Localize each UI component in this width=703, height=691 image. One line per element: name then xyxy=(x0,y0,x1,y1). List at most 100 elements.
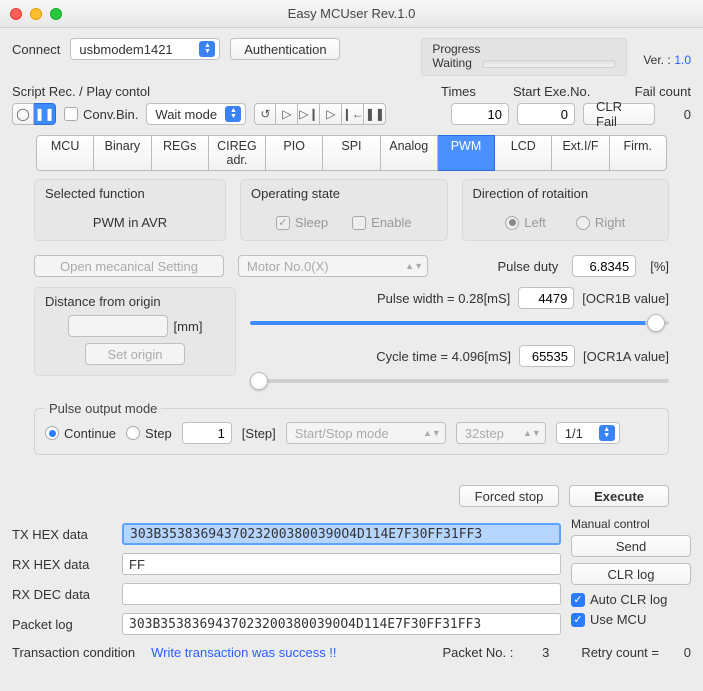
send-button[interactable]: Send xyxy=(571,535,691,557)
convbin-checkbox[interactable]: Conv.Bin. xyxy=(64,107,138,122)
rx-hex-label: RX HEX data xyxy=(12,557,112,572)
left-radio: Left xyxy=(505,215,546,230)
radio-icon xyxy=(126,426,140,440)
pulse-output-group: Pulse output mode Continue Step [Step] S… xyxy=(34,401,669,455)
execute-label: Execute xyxy=(594,489,644,504)
checkbox-icon: ✓ xyxy=(571,593,585,607)
tab-firm-[interactable]: Firm. xyxy=(610,135,667,171)
use-mcu-checkbox[interactable]: ✓ Use MCU xyxy=(571,612,646,627)
tab-mcu[interactable]: MCU xyxy=(36,135,94,171)
play-icon: ▷ xyxy=(276,103,298,125)
step-label: Step xyxy=(145,426,172,441)
packet-log-label: Packet log xyxy=(12,617,112,632)
packet-log-input[interactable]: 303B35383694370232003800390O4D114E7F30FF… xyxy=(122,613,561,635)
set-origin-label: Set origin xyxy=(108,347,163,362)
step-input[interactable] xyxy=(182,422,232,444)
ratio-select[interactable]: 1/1 ▲▼ xyxy=(556,422,620,444)
clr-log-label: CLR log xyxy=(608,567,655,582)
progress-label: Progress xyxy=(432,42,616,56)
open-mechanical-label: Open mecanical Setting xyxy=(60,259,198,274)
next-icon: ▷❙ xyxy=(298,103,320,125)
forced-stop-label: Forced stop xyxy=(475,489,544,504)
convbin-label: Conv.Bin. xyxy=(83,107,138,122)
tab-analog[interactable]: Analog xyxy=(381,135,438,171)
continue-radio[interactable]: Continue xyxy=(45,426,116,441)
authentication-label: Authentication xyxy=(244,42,326,57)
step32-select: 32step ▲▼ xyxy=(456,422,546,444)
motor-select: Motor No.0(X) ▲▼ xyxy=(238,255,428,277)
sleep-label: Sleep xyxy=(295,215,328,230)
auto-clr-checkbox[interactable]: ✓ Auto CLR log xyxy=(571,592,667,607)
cycle-time-slider[interactable] xyxy=(250,371,669,391)
tab-ext-i-f[interactable]: Ext.I/F xyxy=(552,135,609,171)
chevron-updown-icon: ▲▼ xyxy=(199,41,215,57)
playback-controls: ↺ ▷ ▷❙ ▷ ❙← ❚❚ xyxy=(254,103,386,125)
auto-clr-label: Auto CLR log xyxy=(590,592,667,607)
record-icon[interactable]: ◯ xyxy=(12,103,34,125)
retry-value: 0 xyxy=(675,645,691,660)
cycle-time-label: Cycle time = 4.096[mS] xyxy=(376,349,511,364)
ocr1b-label: [OCR1B value] xyxy=(582,291,669,306)
motor-select-value: Motor No.0(X) xyxy=(247,259,329,274)
loop-icon: ↺ xyxy=(254,103,276,125)
distance-label: Distance from origin xyxy=(45,294,225,309)
radio-icon xyxy=(505,216,519,230)
clr-fail-button[interactable]: CLR Fail xyxy=(583,103,655,125)
open-mechanical-button: Open mecanical Setting xyxy=(34,255,224,277)
selected-function-label: Selected function xyxy=(45,186,215,201)
start-exe-input[interactable] xyxy=(517,103,575,125)
pulse-duty-label: Pulse duty xyxy=(498,259,559,274)
rec-play-toggle[interactable]: ◯ ❚❚ xyxy=(12,103,56,125)
rx-dec-label: RX DEC data xyxy=(12,587,112,602)
wait-mode-select[interactable]: Wait mode ▲▼ xyxy=(146,103,246,125)
tab-cireg-adr-[interactable]: CIREG adr. xyxy=(209,135,266,171)
right-radio: Right xyxy=(576,215,625,230)
ver-label: Ver. : xyxy=(643,53,670,67)
authentication-button[interactable]: Authentication xyxy=(230,38,340,60)
checkbox-icon: ✓ xyxy=(276,216,290,230)
tab-pio[interactable]: PIO xyxy=(266,135,323,171)
tab-regs[interactable]: REGs xyxy=(152,135,209,171)
checkbox-icon: ✓ xyxy=(571,613,585,627)
tab-binary[interactable]: Binary xyxy=(94,135,151,171)
chevron-updown-icon: ▲▼ xyxy=(423,428,441,438)
continue-label: Continue xyxy=(64,426,116,441)
transaction-cond-msg: Write transaction was success !! xyxy=(151,645,336,660)
tab-lcd[interactable]: LCD xyxy=(495,135,552,171)
set-origin-button: Set origin xyxy=(85,343,185,365)
pulse-duty-input[interactable] xyxy=(572,255,636,277)
send-label: Send xyxy=(616,539,646,554)
distance-group: Distance from origin [mm] Set origin xyxy=(34,287,236,376)
fail-count-value: 0 xyxy=(663,107,691,122)
titlebar: Easy MCUser Rev.1.0 xyxy=(0,0,703,28)
rx-dec-input[interactable] xyxy=(122,583,561,605)
tx-hex-label: TX HEX data xyxy=(12,527,112,542)
times-input[interactable] xyxy=(451,103,509,125)
tab-pwm[interactable]: PWM xyxy=(438,135,495,171)
selected-function-group: Selected function PWM in AVR xyxy=(34,179,226,241)
ocr1a-label: [OCR1A value] xyxy=(583,349,669,364)
retry-label: Retry count = xyxy=(581,645,659,660)
step-radio[interactable]: Step xyxy=(126,426,172,441)
radio-icon xyxy=(576,216,590,230)
manual-control-label: Manual control xyxy=(571,517,691,531)
tx-hex-input[interactable]: 303B35383694370232003800390O4D114E7F30FF… xyxy=(122,523,561,545)
startstop-value: Start/Stop mode xyxy=(295,426,389,441)
selected-function-value: PWM in AVR xyxy=(45,215,215,230)
progress-box: Progress Waiting xyxy=(421,38,627,76)
window-title: Easy MCUser Rev.1.0 xyxy=(0,6,703,21)
pulse-width-slider[interactable] xyxy=(250,313,669,333)
rx-hex-input[interactable]: FF xyxy=(122,553,561,575)
distance-unit: [mm] xyxy=(174,319,203,334)
forced-stop-button[interactable]: Forced stop xyxy=(459,485,559,507)
progress-bar xyxy=(482,60,616,68)
ocr1b-input[interactable] xyxy=(518,287,574,309)
pause-icon[interactable]: ❚❚ xyxy=(34,103,56,125)
port-select[interactable]: usbmodem1421 ▲▼ xyxy=(70,38,220,60)
execute-button[interactable]: Execute xyxy=(569,485,669,507)
clr-log-button[interactable]: CLR log xyxy=(571,563,691,585)
enable-label: Enable xyxy=(371,215,411,230)
rx-hex-value: FF xyxy=(129,557,145,572)
ocr1a-input[interactable] xyxy=(519,345,575,367)
tab-spi[interactable]: SPI xyxy=(323,135,380,171)
